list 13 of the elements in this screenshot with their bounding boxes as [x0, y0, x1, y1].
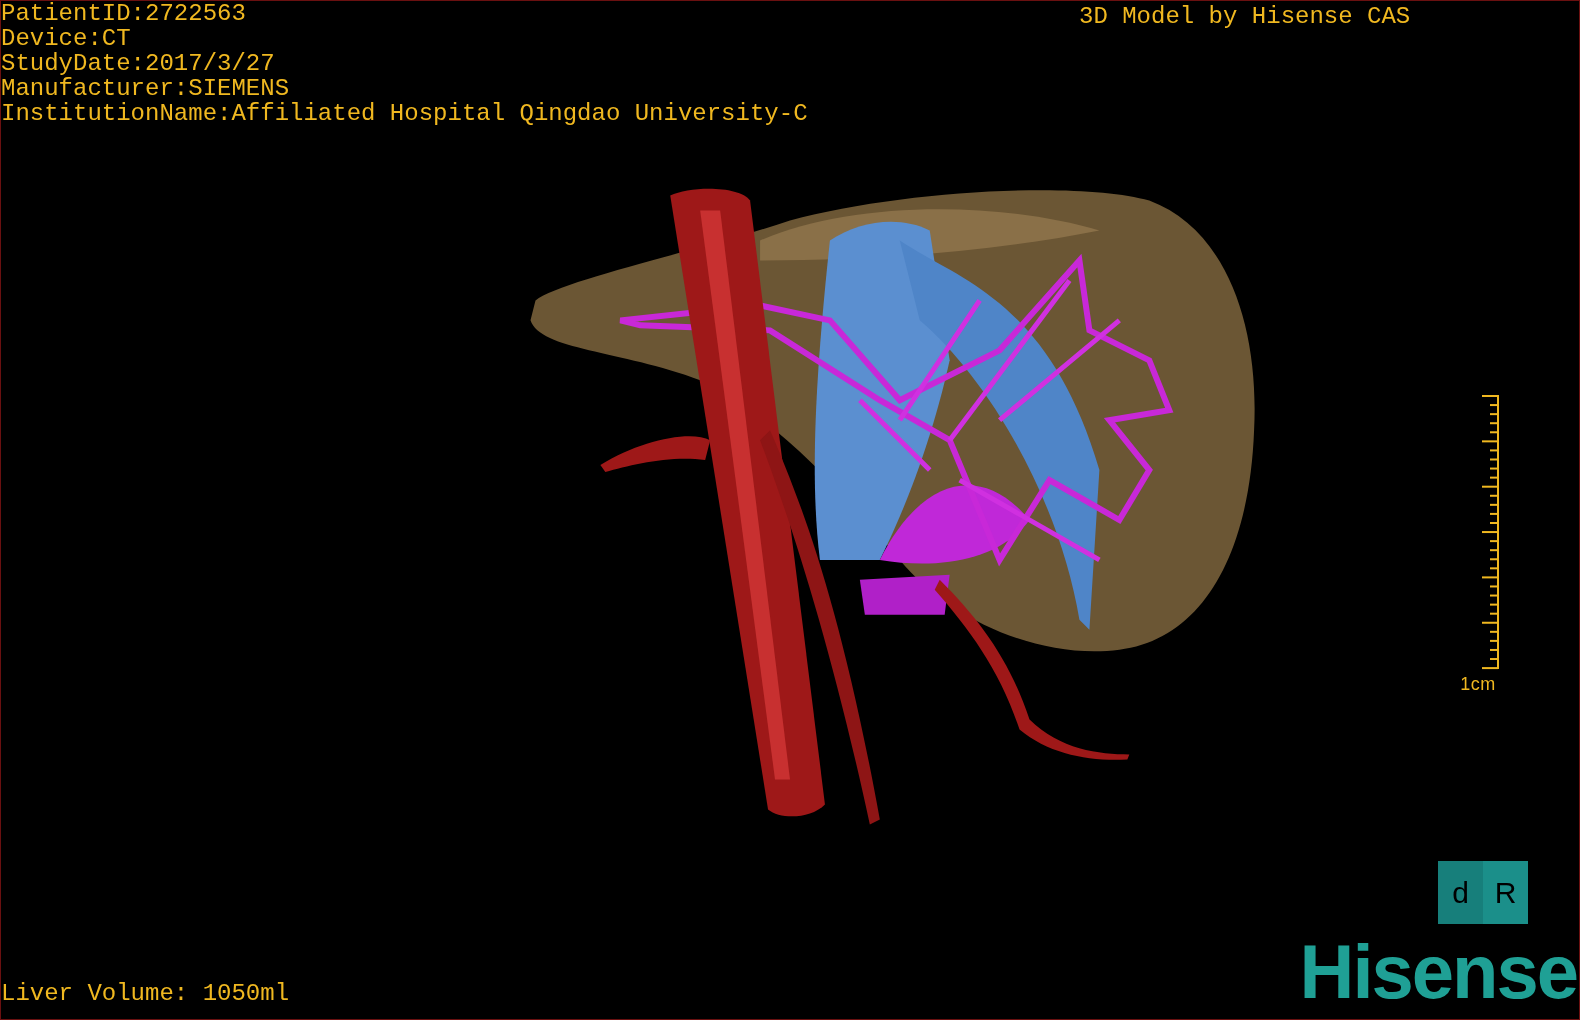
cube-face-label: R — [1493, 875, 1518, 911]
scale-label: 1cm — [1460, 674, 1496, 694]
orientation-cube[interactable]: d R — [1438, 861, 1528, 924]
ruler-icon — [1480, 394, 1500, 670]
info-text: PatientID:2722563 — [1, 1, 247, 26]
brand-logo: Hisense — [1299, 937, 1577, 1007]
info-text: InstitutionName:Affiliated Hospital Qingdao University-C — [1, 101, 808, 126]
info-text: StudyDate:2017/3/27 — [1, 51, 276, 76]
info-text: Manufacturer:SIEMENS — [1, 76, 291, 101]
volume-text: Liver Volume: 1050ml — [1, 979, 290, 1009]
credit-text: 3D Model by Hisense CAS — [1079, 2, 1411, 32]
cube-face-label: d — [1438, 861, 1483, 924]
info-text: Device:CT — [1, 26, 132, 51]
